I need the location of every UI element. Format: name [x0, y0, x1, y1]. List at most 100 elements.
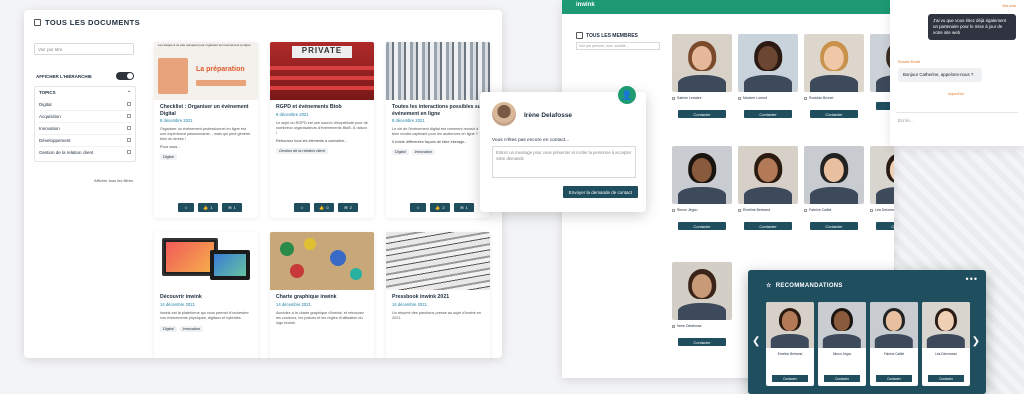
- document-card[interactable]: Charte graphique inwink 14 décembre 2021…: [270, 232, 374, 358]
- portrait-torso: [744, 74, 792, 92]
- contact-button[interactable]: Contacter: [810, 222, 858, 230]
- tag[interactable]: Innovation: [179, 325, 204, 332]
- tag[interactable]: Digital: [160, 154, 177, 161]
- show-all-filters-link[interactable]: Afficher tous les filtres: [94, 178, 133, 183]
- member-photo[interactable]: [672, 34, 732, 92]
- checkbox[interactable]: [127, 102, 131, 106]
- document-title[interactable]: RGPD et événements Btob: [276, 104, 368, 111]
- contact-button[interactable]: Contacter: [678, 338, 726, 346]
- comment-button[interactable]: ✉ 1: [222, 203, 242, 212]
- member-card[interactable]: Sabine Lemaire Contacter: [672, 34, 732, 134]
- checkbox[interactable]: [870, 208, 873, 212]
- document-title[interactable]: Pressbook inwink 2021: [392, 294, 484, 301]
- contact-button[interactable]: Contacter: [744, 222, 792, 230]
- member-name: Rodolde Brunet: [804, 96, 864, 100]
- contact-button[interactable]: Contacter: [678, 222, 726, 230]
- send-contact-request-button[interactable]: Envoyer la demande de contact: [562, 186, 638, 198]
- recommendation-card[interactable]: Émeline Bertrand Contacter: [766, 302, 814, 386]
- document-description: Le sujet du RGPD est une source d'inquié…: [276, 120, 368, 135]
- contact-button[interactable]: Contacter: [810, 110, 858, 118]
- document-title[interactable]: Checklist : Organiser un événement Digit…: [160, 104, 252, 117]
- previous-arrow-icon[interactable]: ❮: [752, 336, 760, 347]
- member-name: Simon Jégou: [832, 352, 852, 356]
- tag[interactable]: Digital: [160, 325, 177, 332]
- document-card[interactable]: Toutes les interactions possibles sur év…: [386, 42, 490, 218]
- member-card[interactable]: Émeline Bertrand Contacter: [738, 146, 798, 246]
- recommendation-card[interactable]: Léa Delormeau Contacter: [922, 302, 970, 386]
- tag[interactable]: Digital: [392, 149, 409, 156]
- contact-button[interactable]: Contacter: [678, 110, 726, 118]
- member-card[interactable]: Rodolde Brunet Contacter: [804, 34, 864, 134]
- checkbox[interactable]: [672, 96, 675, 100]
- document-card[interactable]: Pressbook inwink 2021 14 décembre 2021 U…: [386, 232, 490, 358]
- contact-button[interactable]: Contacter: [876, 222, 894, 230]
- comment-button[interactable]: ✉ 1: [454, 203, 474, 212]
- document-thumbnail: Les étapes à ne pas manquer pour organis…: [154, 42, 258, 100]
- recommendation-card[interactable]: Simon Jégou Contacter: [818, 302, 866, 386]
- member-card[interactable]: Fabrice Caillet Contacter: [804, 146, 864, 246]
- portrait-torso: [874, 334, 914, 348]
- like-button[interactable]: 👍 2: [430, 203, 450, 212]
- tag[interactable]: Gestion de la relation client: [276, 147, 328, 154]
- topic-item[interactable]: Acquisition: [39, 111, 131, 123]
- like-button[interactable]: 👍 0: [314, 203, 334, 212]
- document-card[interactable]: PRIVATE RGPD et événements Btob 8 décemb…: [270, 42, 374, 218]
- topic-item[interactable]: Innovation: [39, 123, 131, 135]
- checkbox[interactable]: [127, 138, 131, 142]
- contact-button[interactable]: Contacter: [772, 375, 808, 382]
- member-card[interactable]: Maxime Loreud Contacter: [738, 34, 798, 134]
- checkbox[interactable]: [127, 114, 131, 118]
- topic-item[interactable]: Digital: [39, 99, 131, 111]
- member-photo[interactable]: [738, 34, 798, 92]
- member-photo[interactable]: [804, 34, 864, 92]
- document-date: 14 décembre 2021: [392, 301, 427, 307]
- topic-item[interactable]: Gestion de la relation client: [39, 147, 131, 158]
- member-photo[interactable]: [672, 262, 732, 320]
- checkbox[interactable]: [804, 96, 807, 100]
- contact-button[interactable]: Contacter: [744, 110, 792, 118]
- checkbox[interactable]: [738, 208, 741, 212]
- tag[interactable]: Innovation: [411, 149, 436, 156]
- member-card[interactable]: Irène Delafosse Contacter: [672, 262, 732, 362]
- topics-header[interactable]: TOPICS ⌃: [39, 90, 131, 96]
- favorite-button[interactable]: ☆: [178, 203, 194, 212]
- checkbox[interactable]: [127, 126, 131, 130]
- document-title[interactable]: Charte graphique inwink: [276, 294, 368, 301]
- document-title[interactable]: Toutes les interactions possibles sur év…: [392, 104, 484, 117]
- document-card[interactable]: Découvrir inwink 14 décembre 2021 inwink…: [154, 232, 258, 358]
- favorite-button[interactable]: ☆: [294, 203, 310, 212]
- contact-button[interactable]: Contacter: [928, 375, 964, 382]
- topic-item[interactable]: Développement: [39, 135, 131, 147]
- member-photo[interactable]: [672, 146, 732, 204]
- checkbox[interactable]: [672, 324, 675, 328]
- documents-search-input[interactable]: Voir par titre: [34, 43, 134, 55]
- member-card[interactable]: Simon Jégou Contacter: [672, 146, 732, 246]
- document-card[interactable]: Les étapes à ne pas manquer pour organis…: [154, 42, 258, 218]
- member-photo[interactable]: [870, 146, 894, 204]
- recommendation-card[interactable]: Fabrice Caillet Contacter: [870, 302, 918, 386]
- favorite-button[interactable]: ☆: [410, 203, 426, 212]
- members-search-input[interactable]: Voir par prénom, nom, société...: [576, 42, 660, 50]
- checkbox[interactable]: [738, 96, 741, 100]
- hierarchy-toggle[interactable]: [116, 72, 134, 80]
- like-button[interactable]: 👍 1: [198, 203, 218, 212]
- contact-button[interactable]: Contacter: [824, 375, 860, 382]
- contact-button[interactable]: Contacter: [876, 375, 912, 382]
- more-options-icon[interactable]: •••: [966, 274, 978, 284]
- hierarchy-filter: AFFICHER L'HIÉRARCHIE: [36, 72, 134, 80]
- member-card[interactable]: Léa Delormeau Contacter: [870, 146, 894, 246]
- member-name: Irène Delafosse: [672, 324, 732, 328]
- checkbox[interactable]: [672, 208, 675, 212]
- comment-button[interactable]: ✉ 2: [338, 203, 358, 212]
- document-title[interactable]: Découvrir inwink: [160, 294, 252, 301]
- checkbox[interactable]: [804, 208, 807, 212]
- next-arrow-icon[interactable]: ❯: [972, 336, 980, 347]
- member-photo: [766, 302, 814, 348]
- contact-message-input[interactable]: Entrez un message pour vous présenter et…: [492, 146, 636, 178]
- member-photo[interactable]: [804, 146, 864, 204]
- message-input[interactable]: Écrire...: [896, 112, 1018, 130]
- checkbox[interactable]: [127, 150, 131, 154]
- member-photo[interactable]: [738, 146, 798, 204]
- add-contact-icon[interactable]: 👤: [618, 86, 636, 104]
- contact-request-popup: Irène Delafosse 👤 Vous n'êtes pas encore…: [480, 86, 646, 212]
